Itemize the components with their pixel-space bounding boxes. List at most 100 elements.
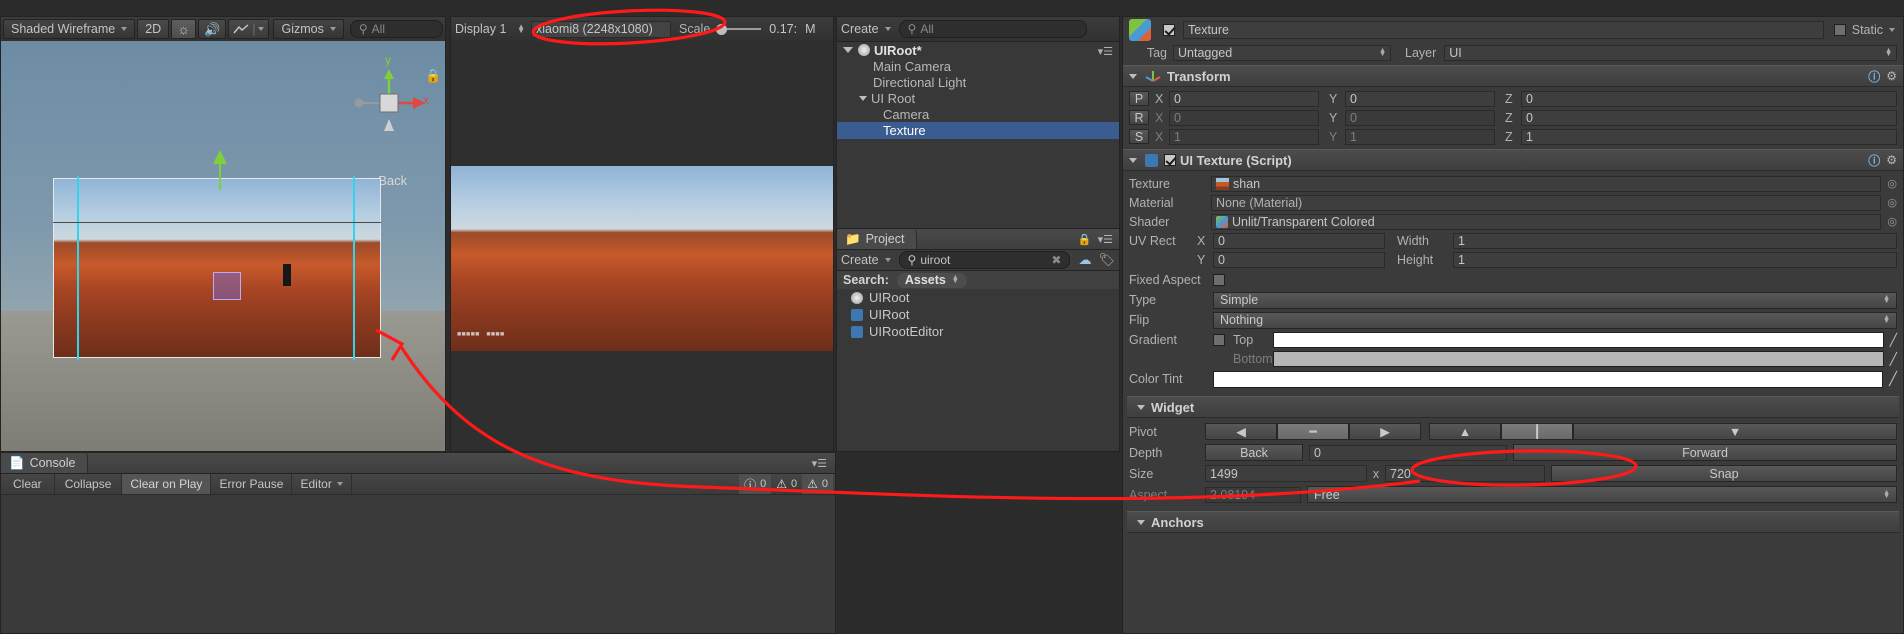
project-search-input[interactable]: ⚲ uiroot ✖ [898, 251, 1071, 269]
aspect-mode-dropdown[interactable]: Free ▲ ▼ [1307, 486, 1897, 503]
hierarchy-item-texture[interactable]: Texture [837, 122, 1119, 139]
gizmos-dropdown[interactable]: Gizmos [273, 19, 344, 39]
chevron-down-icon[interactable] [843, 47, 853, 53]
aspect-value-input[interactable]: 2.08194 [1205, 486, 1301, 503]
search-scope-dropdown[interactable]: Assets ▲ ▼ [896, 272, 967, 288]
pivot-center-h-button[interactable]: ━ [1277, 423, 1349, 440]
resolution-dropdown[interactable]: xiaomi8 (2248x1080) [531, 20, 671, 38]
scene-selected-widget[interactable] [53, 150, 381, 360]
console-error-pause-button[interactable]: Error Pause [211, 474, 293, 494]
scene-selection-box[interactable] [213, 272, 241, 300]
ui-texture-component-header[interactable]: UI Texture (Script) ⓘ ⚙ [1123, 149, 1903, 171]
console-error-count[interactable]: ⚠ 0 [802, 474, 833, 494]
project-list-item[interactable]: UIRoot [837, 306, 1119, 323]
tag-dropdown[interactable]: Untagged ▲ ▼ [1173, 45, 1391, 61]
position-y-input[interactable]: 0 [1345, 90, 1495, 107]
project-results-list[interactable]: UIRoot UIRoot UIRootEditor [837, 289, 1119, 340]
pivot-center-v-button[interactable]: ┃ [1501, 423, 1573, 440]
hierarchy-search-input[interactable]: ⚲ All [898, 20, 1087, 38]
object-enabled-checkbox[interactable] [1163, 24, 1175, 36]
eyedropper-icon[interactable]: ╱ [1890, 333, 1897, 347]
console-clear-on-play-button[interactable]: Clear on Play [122, 474, 212, 494]
gear-icon[interactable]: ⚙ [1886, 153, 1897, 167]
gradient-bottom-color-field[interactable] [1273, 350, 1884, 367]
hierarchy-tree[interactable]: UIRoot* ▾☰ Main Camera Directional Light… [837, 42, 1119, 139]
console-log-count[interactable]: ⓘ 0 [739, 474, 772, 494]
fixed-aspect-checkbox[interactable] [1213, 273, 1225, 286]
effects-dropdown[interactable]: | [228, 19, 270, 39]
uv-height-input[interactable]: 1 [1453, 251, 1897, 268]
rotation-x-input[interactable]: 0 [1169, 109, 1319, 126]
scale-z-input[interactable]: 1 [1521, 128, 1897, 145]
texture-object-field[interactable]: shan [1211, 175, 1882, 192]
scale-y-input[interactable]: 1 [1345, 128, 1495, 145]
chevron-down-icon[interactable] [859, 95, 867, 101]
object-picker-icon[interactable]: ◎ [1887, 215, 1897, 228]
audio-toggle[interactable]: 🔊 [198, 19, 227, 39]
object-picker-icon[interactable]: ◎ [1887, 177, 1897, 190]
panel-options-icon[interactable]: ▾☰ [812, 457, 827, 470]
shader-object-field[interactable]: Unlit/Transparent Colored [1211, 213, 1882, 230]
maximize-on-play-button[interactable]: M [805, 22, 815, 36]
position-x-input[interactable]: 0 [1169, 90, 1319, 107]
clear-search-icon[interactable]: ✖ [1051, 253, 1061, 267]
scale-key-button[interactable]: S [1129, 129, 1149, 144]
depth-input[interactable]: 0 [1309, 444, 1507, 461]
scene-search-input[interactable]: ⚲ All [349, 20, 443, 38]
object-name-input[interactable]: Texture [1183, 21, 1824, 39]
hierarchy-options-icon[interactable]: ▾☰ [1098, 45, 1113, 58]
size-width-input[interactable]: 1499 [1205, 465, 1367, 482]
static-checkbox[interactable] [1833, 24, 1846, 36]
depth-forward-button[interactable]: Forward [1513, 444, 1897, 461]
hierarchy-item-ui-root[interactable]: UI Root [837, 90, 1119, 106]
eyedropper-icon[interactable]: ╱ [1890, 352, 1897, 366]
transform-component-header[interactable]: Transform ⓘ ⚙ [1123, 65, 1903, 87]
console-collapse-button[interactable]: Collapse [55, 474, 123, 494]
chevron-down-icon[interactable] [1137, 519, 1145, 525]
scale-slider[interactable] [716, 23, 762, 35]
scene-axis-gizmo[interactable]: y x [349, 53, 429, 143]
console-log-list[interactable] [1, 495, 835, 633]
chevron-down-icon[interactable] [1889, 28, 1895, 32]
gradient-top-color-field[interactable] [1273, 331, 1884, 348]
display-dropdown[interactable]: Display 1 ▲ ▼ [455, 22, 525, 36]
position-key-button[interactable]: P [1129, 91, 1149, 106]
gradient-checkbox[interactable] [1213, 333, 1225, 346]
hierarchy-item-uiroot[interactable]: UIRoot* ▾☰ [837, 42, 1119, 58]
label-tag-icon[interactable]: 🏷 [1098, 252, 1115, 268]
toggle-2d-button[interactable]: 2D [137, 19, 170, 39]
help-icon[interactable]: ⓘ [1868, 68, 1880, 85]
snap-button[interactable]: Snap [1551, 465, 1897, 482]
gear-icon[interactable]: ⚙ [1886, 69, 1897, 83]
pivot-top-button[interactable]: ▲ [1429, 423, 1501, 440]
pivot-right-button[interactable]: ▶ [1349, 423, 1421, 440]
pivot-left-button[interactable]: ◀ [1205, 423, 1277, 440]
scene-lock-icon[interactable]: 🔒 [425, 68, 441, 84]
color-tint-color-field[interactable] [1213, 370, 1884, 388]
eyedropper-icon[interactable]: ╱ [1889, 371, 1897, 387]
rotation-key-button[interactable]: R [1129, 110, 1149, 125]
scale-slider-knob[interactable] [716, 23, 728, 35]
console-warning-count[interactable]: ⚠ 0 [771, 474, 802, 494]
hierarchy-item-main-camera[interactable]: Main Camera [837, 58, 1119, 74]
pivot-bottom-button[interactable]: ▼ [1573, 423, 1897, 440]
draw-mode-dropdown[interactable]: Shaded Wireframe [3, 19, 136, 39]
type-dropdown[interactable]: Simple ▲ ▼ [1213, 291, 1897, 309]
anchors-section-header[interactable]: Anchors [1127, 511, 1899, 533]
uv-rect-x-input[interactable]: 0 [1213, 232, 1385, 249]
scene-viewport[interactable]: y x 🔒 < Back [1, 41, 445, 451]
hierarchy-create-button[interactable]: Create [841, 22, 891, 36]
project-create-button[interactable]: Create [841, 253, 891, 267]
ui-texture-enabled-checkbox[interactable] [1164, 154, 1176, 166]
hierarchy-item-camera[interactable]: Camera [837, 106, 1119, 122]
project-list-item[interactable]: UIRoot [837, 289, 1119, 306]
uv-rect-y-input[interactable]: 0 [1213, 251, 1385, 268]
scene-pivot-handle[interactable] [211, 150, 229, 193]
uv-width-input[interactable]: 1 [1453, 232, 1897, 249]
help-icon[interactable]: ⓘ [1868, 152, 1880, 169]
widget-section-header[interactable]: Widget [1127, 396, 1899, 418]
console-editor-dropdown[interactable]: Editor [292, 474, 352, 494]
panel-options-icon[interactable]: ▾☰ [1098, 233, 1113, 246]
flip-dropdown[interactable]: Nothing ▲ ▼ [1213, 311, 1897, 329]
game-viewport[interactable]: ■■■■■ ■■■■ [451, 41, 833, 451]
